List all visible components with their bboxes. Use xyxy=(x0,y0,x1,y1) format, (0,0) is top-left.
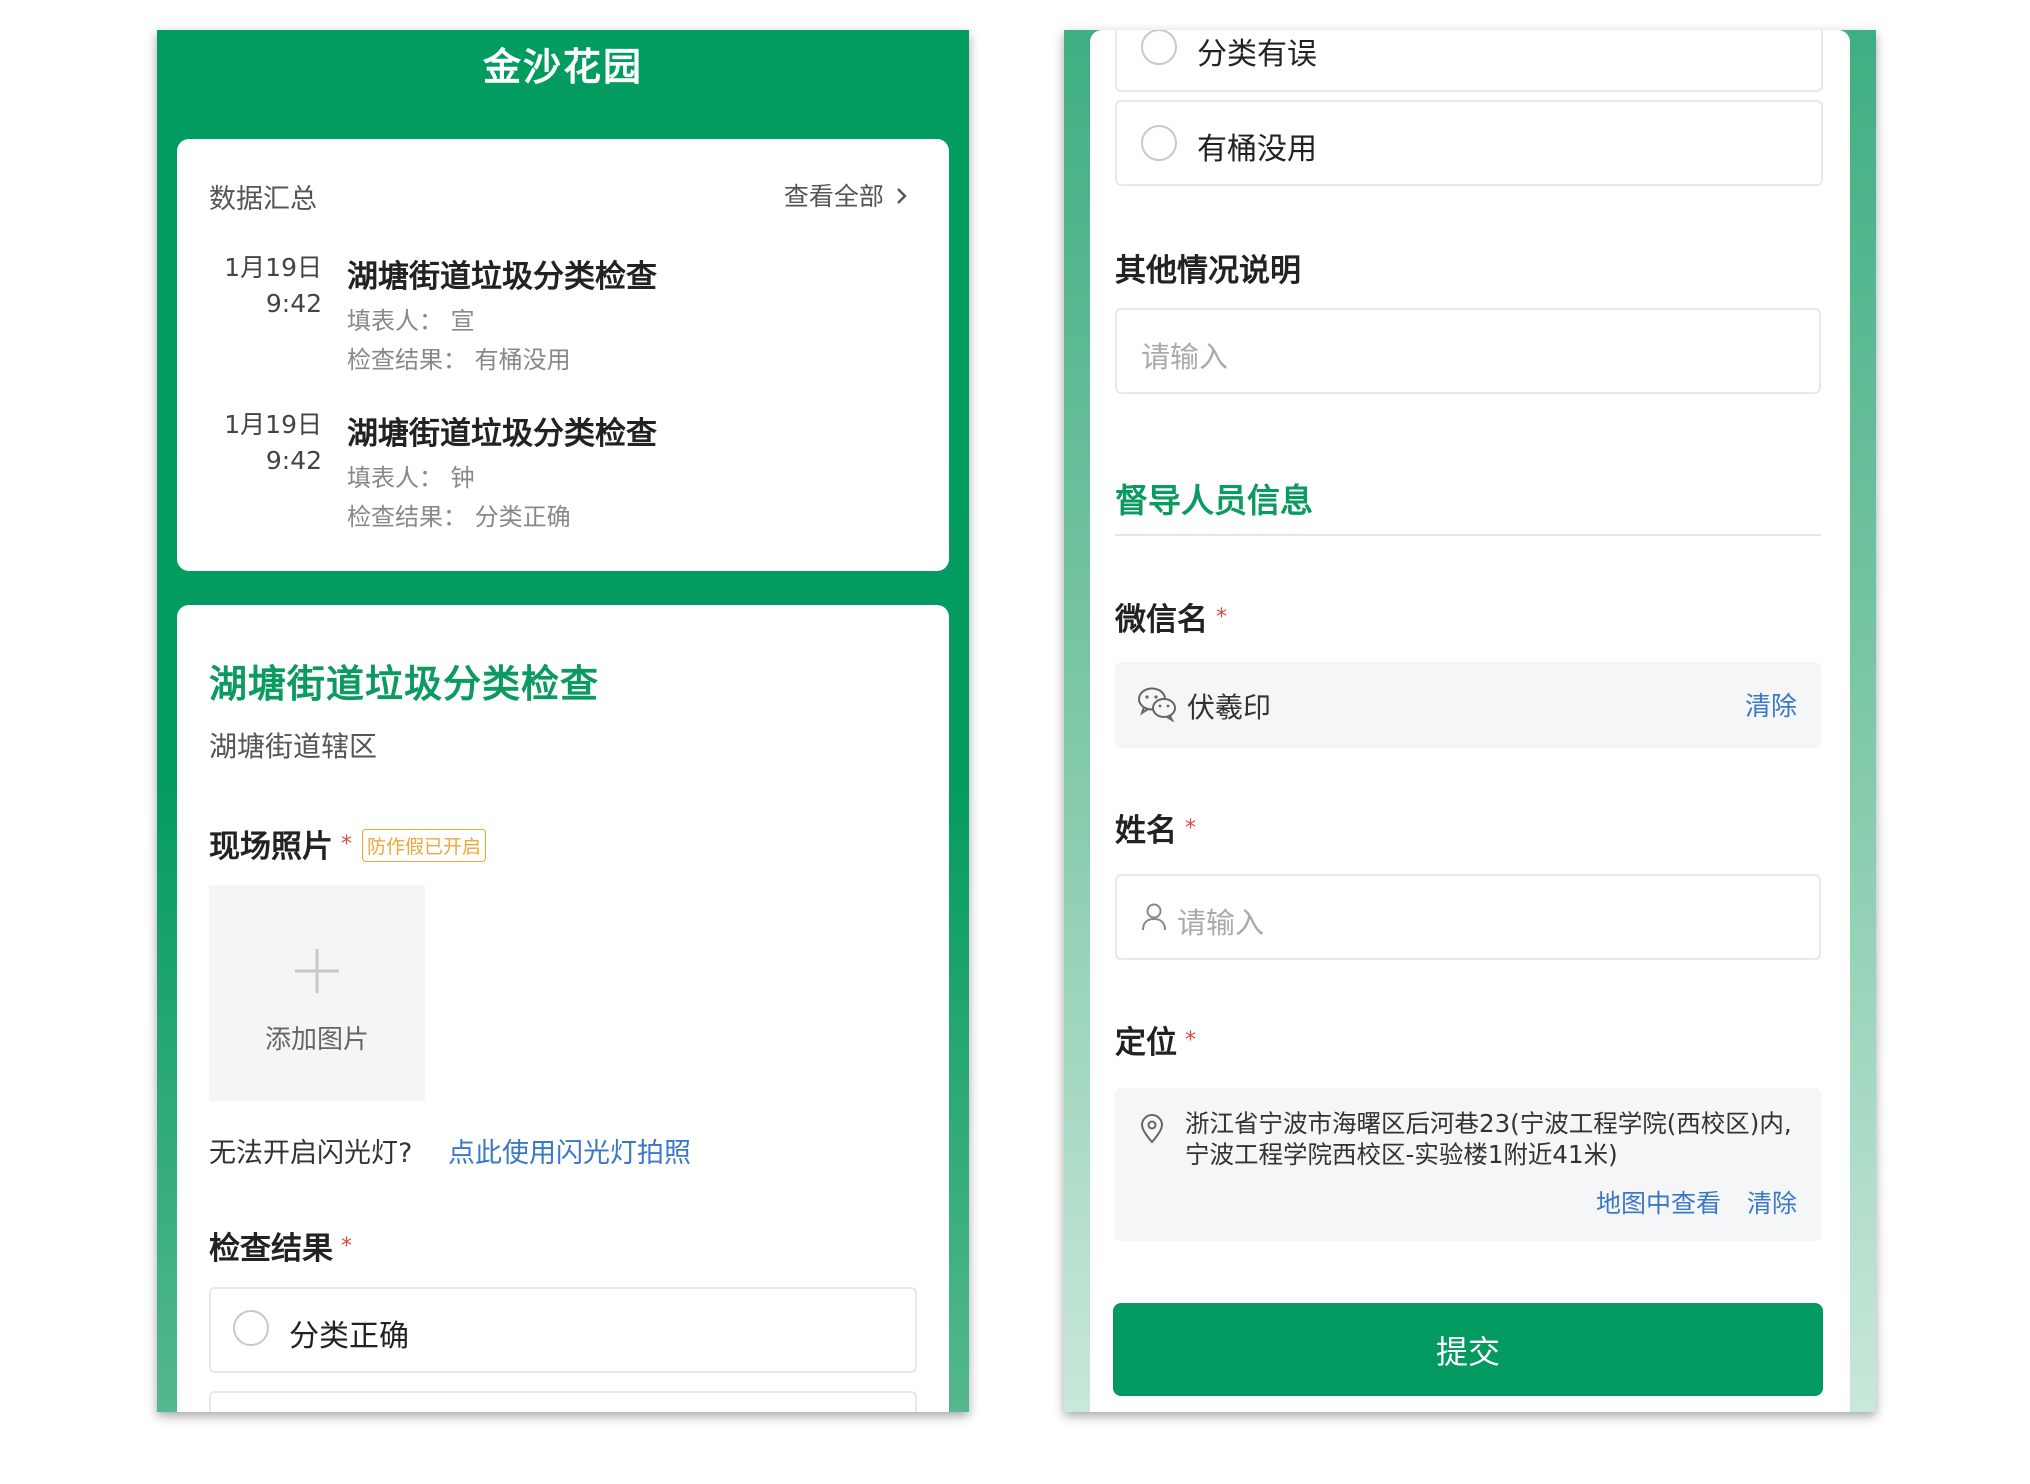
required-mark: * xyxy=(341,1234,352,1259)
wechat-value: 伏羲印 xyxy=(1187,691,1272,724)
record-date: 1月19日 xyxy=(224,253,322,282)
form-title: 湖塘街道垃圾分类检查 xyxy=(209,662,600,706)
required-mark: * xyxy=(1185,1028,1196,1053)
other-placeholder: 请输入 xyxy=(1141,340,1229,374)
name-label: 姓名 xyxy=(1115,813,1177,849)
option-label: 分类正确 xyxy=(289,1319,409,1354)
wechat-label: 微信名 xyxy=(1115,602,1208,638)
result-option[interactable]: 有桶没用 xyxy=(1115,100,1823,186)
inspection-form: 湖塘街道垃圾分类检查 湖塘街道辖区 现场照片 * 防作假已开启 添加图片 无法开启闪… xyxy=(177,605,949,1412)
required-mark: * xyxy=(341,832,352,857)
district-label: 湖塘街道辖区 xyxy=(209,730,378,763)
wechat-clear-button[interactable]: 清除 xyxy=(1745,686,1797,723)
flash-question: 无法开启闪光灯? xyxy=(209,1138,413,1169)
name-input[interactable]: 请输入 xyxy=(1115,874,1821,960)
radio-circle-icon xyxy=(1141,30,1177,65)
user-icon xyxy=(1142,903,1166,931)
add-image-button[interactable]: 添加图片 xyxy=(209,885,425,1101)
location-field: 浙江省宁波市海曙区后河巷23(宁波工程学院(西校区)内,宁波工程学院西校区-实验… xyxy=(1115,1088,1821,1241)
radio-circle-icon xyxy=(1141,125,1177,161)
record-result: 检查结果： 分类正确 xyxy=(347,503,571,531)
record-time: 9:42 xyxy=(265,446,322,475)
supervisor-section-title: 督导人员信息 xyxy=(1115,481,1313,520)
submit-button[interactable]: 提交 xyxy=(1113,1303,1823,1396)
chevron-right-icon xyxy=(897,188,907,204)
plus-icon xyxy=(295,949,339,993)
record-result: 检查结果： 有桶没用 xyxy=(347,346,571,374)
photo-field-label: 现场照片 * 防作假已开启 xyxy=(209,821,487,866)
left-screen: 金沙花园 数据汇总 查看全部 1月19日 9:42 湖塘街道垃圾分类检查 填表人… xyxy=(157,30,969,1412)
result-field-label: 检查结果 * xyxy=(209,1223,352,1268)
required-mark: * xyxy=(1216,605,1227,630)
add-image-label: 添加图片 xyxy=(264,1025,369,1055)
result-option[interactable]: 分类有误 xyxy=(1115,30,1823,92)
result-option[interactable] xyxy=(209,1391,917,1412)
other-input[interactable]: 请输入 xyxy=(1115,308,1821,394)
page-title: 金沙花园 xyxy=(482,45,643,89)
other-label: 其他情况说明 xyxy=(1115,253,1301,289)
option-label: 分类有误 xyxy=(1197,37,1317,72)
record-time: 9:42 xyxy=(265,289,322,318)
location-value: 浙江省宁波市海曙区后河巷23(宁波工程学院(西校区)内,宁波工程学院西校区-实验… xyxy=(1185,1109,1792,1169)
wechat-field-label: 微信名 * xyxy=(1115,594,1227,639)
anti-fake-badge: 防作假已开启 xyxy=(362,829,487,862)
record-date: 1月19日 xyxy=(224,410,322,439)
wechat-icon xyxy=(1138,687,1176,722)
location-field-label: 定位 * xyxy=(1115,1017,1196,1062)
view-all-link[interactable]: 查看全部 xyxy=(784,177,909,213)
photo-label: 现场照片 xyxy=(209,829,333,865)
radio-circle-icon xyxy=(233,1310,269,1346)
view-on-map-link[interactable]: 地图中查看 xyxy=(1596,1184,1721,1220)
wechat-field[interactable]: 伏羲印 清除 xyxy=(1115,662,1821,748)
required-mark: * xyxy=(1185,816,1196,841)
summary-record[interactable]: 1月19日 9:42 湖塘街道垃圾分类检查 填表人： 宣 检查结果： 有桶没用 xyxy=(177,251,949,381)
flash-link[interactable]: 点此使用闪光灯拍照 xyxy=(448,1131,691,1170)
name-field-label: 姓名 * xyxy=(1115,805,1196,850)
option-label: 有桶没用 xyxy=(1197,132,1317,167)
inspection-form-continued: 分类有误 有桶没用 其他情况说明 请输入 督导人员信息 微信名 * 伏羲印 清除 xyxy=(1090,30,1850,1412)
summary-heading: 数据汇总 xyxy=(209,184,317,215)
record-title: 湖塘街道垃圾分类检查 xyxy=(347,259,657,295)
result-option[interactable]: 分类正确 xyxy=(209,1287,917,1373)
result-label: 检查结果 xyxy=(209,1231,333,1267)
location-clear-button[interactable]: 清除 xyxy=(1747,1184,1797,1220)
record-title: 湖塘街道垃圾分类检查 xyxy=(347,416,657,452)
section-divider xyxy=(1115,534,1821,536)
right-screen: 分类有误 有桶没用 其他情况说明 请输入 督导人员信息 微信名 * 伏羲印 清除 xyxy=(1064,30,1876,1412)
summary-card: 数据汇总 查看全部 1月19日 9:42 湖塘街道垃圾分类检查 填表人： 宣 检… xyxy=(177,139,949,571)
location-label: 定位 xyxy=(1115,1025,1177,1061)
location-pin-icon xyxy=(1140,1114,1164,1144)
record-filler: 填表人： 宣 xyxy=(347,307,475,335)
view-all-label: 查看全部 xyxy=(783,182,884,211)
summary-record[interactable]: 1月19日 9:42 湖塘街道垃圾分类检查 填表人： 钟 检查结果： 分类正确 xyxy=(177,408,949,538)
name-placeholder: 请输入 xyxy=(1177,906,1265,940)
record-filler: 填表人： 钟 xyxy=(347,464,475,492)
